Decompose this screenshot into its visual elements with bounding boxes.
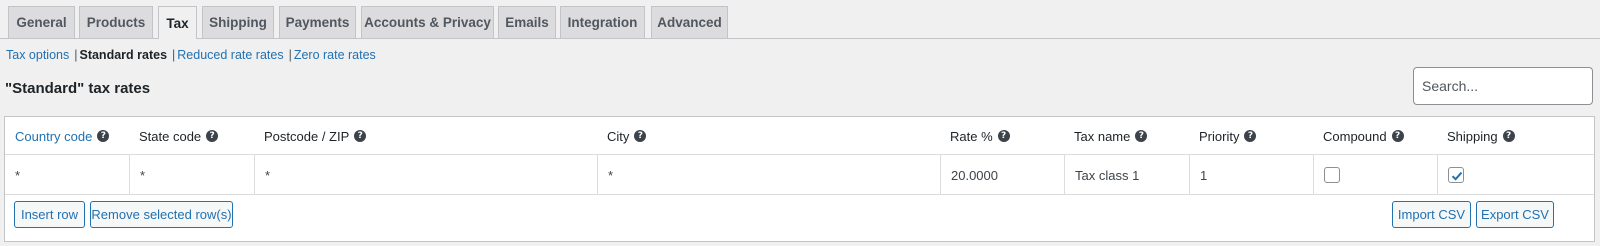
checkmark-icon <box>1451 171 1463 181</box>
cell-rate[interactable]: 20.0000 <box>940 155 1064 195</box>
column-label: City <box>607 128 630 144</box>
help-icon[interactable]: ? <box>354 130 367 142</box>
subnav-separator: | <box>172 48 176 62</box>
help-icon[interactable]: ? <box>1502 130 1515 142</box>
column-label: Postcode / ZIP <box>264 128 350 144</box>
cell-priority[interactable]: 1 <box>1189 155 1313 195</box>
column-header-country-code[interactable]: Country code? <box>5 117 110 155</box>
help-icon[interactable]: ? <box>997 130 1010 142</box>
tax-rates-table: Country code? State code? Postcode / ZIP… <box>4 116 1595 242</box>
column-header-shipping: Shipping? <box>1437 117 1515 155</box>
row-divider <box>5 194 1594 195</box>
column-label: Rate % <box>950 128 993 144</box>
tab-tax[interactable]: Tax <box>158 6 197 39</box>
column-label: State code <box>139 128 202 144</box>
tab-integration[interactable]: Integration <box>560 6 645 38</box>
column-label: Compound <box>1323 128 1387 144</box>
column-header-state-code: State code? <box>129 117 219 155</box>
help-icon[interactable]: ? <box>1391 130 1404 142</box>
help-icon[interactable]: ? <box>634 130 647 142</box>
column-header-tax-name: Tax name? <box>1064 117 1148 155</box>
search-input[interactable] <box>1413 67 1593 105</box>
cell-city[interactable]: * <box>597 155 940 195</box>
help-icon[interactable]: ? <box>206 130 219 142</box>
tab-accounts-privacy[interactable]: Accounts & Privacy <box>361 6 494 38</box>
export-csv-button[interactable]: Export CSV <box>1476 201 1554 228</box>
cell-shipping <box>1437 155 1594 195</box>
tab-payments[interactable]: Payments <box>279 6 356 38</box>
column-header-priority: Priority? <box>1189 117 1257 155</box>
tab-advanced[interactable]: Advanced <box>651 6 728 38</box>
column-label: Country code <box>15 128 93 144</box>
column-header-city: City? <box>597 117 647 155</box>
tab-emails[interactable]: Emails <box>498 6 556 38</box>
shipping-checkbox[interactable] <box>1448 167 1464 183</box>
tax-subnav: Tax options | Standard rates | Reduced rate … <box>6 48 376 64</box>
tab-shipping[interactable]: Shipping <box>202 6 274 38</box>
settings-tabs: General Products Tax Shipping Payments A… <box>0 6 1600 39</box>
subnav-reduced-rates[interactable]: Reduced rate rates <box>177 48 283 62</box>
subnav-zero-rates[interactable]: Zero rate rates <box>294 48 376 62</box>
tab-products[interactable]: Products <box>79 6 153 38</box>
cell-tax-name[interactable]: Tax class 1 <box>1064 155 1189 195</box>
help-icon[interactable]: ? <box>1244 130 1257 142</box>
column-label: Tax name <box>1074 128 1131 144</box>
compound-checkbox[interactable] <box>1324 167 1340 183</box>
help-icon[interactable]: ? <box>97 130 110 142</box>
column-label: Priority <box>1199 128 1240 144</box>
tab-general[interactable]: General <box>8 6 75 38</box>
insert-row-button[interactable]: Insert row <box>14 201 85 228</box>
help-icon[interactable]: ? <box>1135 130 1148 142</box>
subnav-separator: | <box>74 48 78 62</box>
column-header-rate: Rate %? <box>940 117 1010 155</box>
column-label: Shipping <box>1447 128 1498 144</box>
subnav-standard-rates[interactable]: Standard rates <box>79 48 167 62</box>
import-csv-button[interactable]: Import CSV <box>1392 201 1471 228</box>
cell-postcode[interactable]: * <box>254 155 597 195</box>
remove-selected-rows-button[interactable]: Remove selected row(s) <box>90 201 233 228</box>
cell-country-code[interactable]: * <box>5 155 129 195</box>
column-header-compound: Compound? <box>1313 117 1404 155</box>
page-title: "Standard" tax rates <box>5 80 151 97</box>
cell-compound <box>1313 155 1437 195</box>
cell-state-code[interactable]: * <box>129 155 254 195</box>
subnav-tax-options[interactable]: Tax options <box>6 48 69 62</box>
subnav-separator: | <box>288 48 292 62</box>
column-header-postcode: Postcode / ZIP? <box>254 117 367 155</box>
